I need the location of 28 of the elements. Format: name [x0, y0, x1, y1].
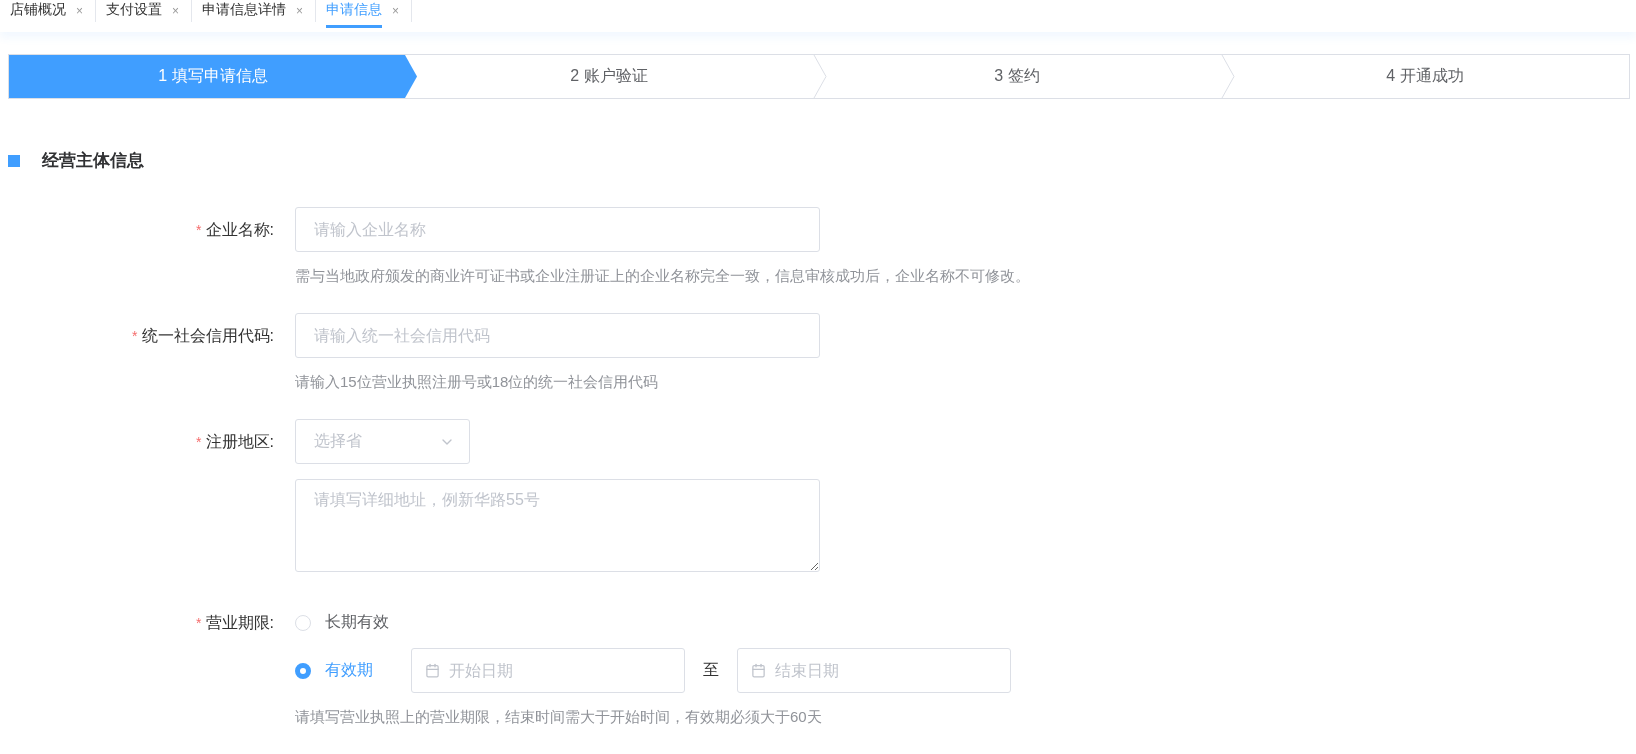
tab[interactable]: 申请信息 [326, 1, 383, 28]
field-label: * 统一社会信用代码: [132, 326, 274, 346]
province-select[interactable]: 选择省 [295, 419, 470, 464]
hint-text: 请填写营业执照上的营业期限，结束时间需大于开始时间，有效期必须大于60天 [295, 708, 822, 727]
close-button[interactable]: × [172, 4, 180, 18]
field-label: * 营业期限: [196, 613, 274, 633]
radio-option[interactable]: 长期有效 [295, 612, 399, 633]
step: 1 填写申请信息 [9, 55, 417, 98]
close-button[interactable]: × [392, 4, 400, 18]
date-field[interactable]: 开始日期 [411, 648, 685, 693]
calendar-icon [751, 663, 766, 678]
calendar-icon [425, 663, 440, 678]
field-label: * 企业名称: [196, 220, 274, 240]
tab[interactable]: 店铺概况 [10, 1, 66, 28]
hint-text: 请输入15位营业执照注册号或18位的统一社会信用代码 [295, 373, 659, 392]
close-button[interactable]: × [76, 4, 83, 18]
separator-text: 至 [703, 660, 719, 680]
section-marker [8, 154, 20, 167]
address-field[interactable]: 请填写详细地址，例新华路55号 [295, 479, 820, 572]
section-title: 经营主体信息 [42, 150, 144, 172]
close-button[interactable]: × [296, 4, 304, 18]
tab[interactable]: 支付设置 [106, 1, 162, 28]
hint-text: 需与当地政府颁发的商业许可证书或企业注册证上的企业名称完全一致，信息审核成功后，企业名称不可修改。 [295, 267, 1030, 286]
date-field[interactable]: 结束日期 [737, 648, 1011, 693]
tab[interactable]: 申请信息详情 [202, 1, 287, 28]
field-label: * 注册地区: [196, 432, 274, 452]
input-field[interactable]: 请输入企业名称 [295, 207, 820, 252]
radio-option[interactable]: 有效期 [295, 660, 399, 681]
